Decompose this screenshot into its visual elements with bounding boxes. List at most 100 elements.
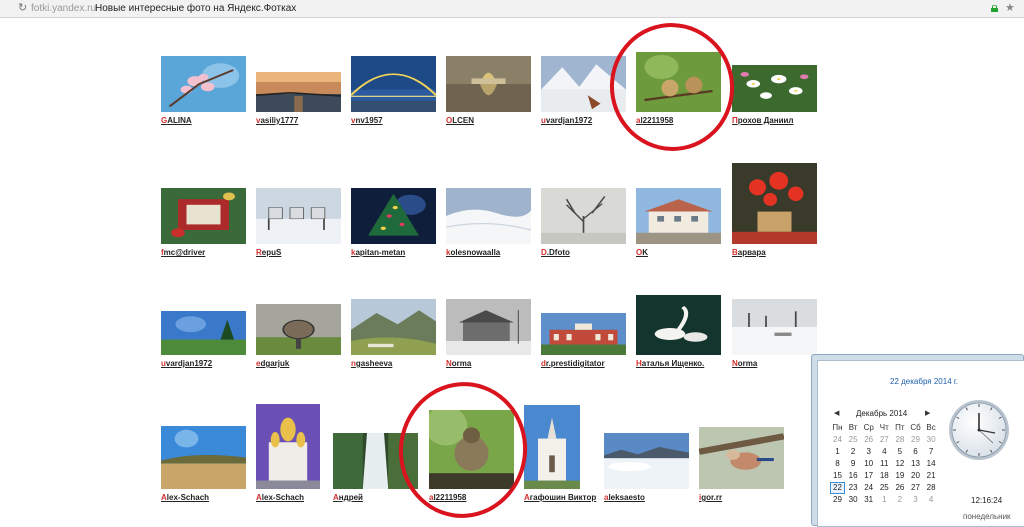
photo-thumbnail[interactable]	[256, 404, 320, 489]
calendar-day[interactable]: 14	[924, 458, 939, 470]
author-link[interactable]: Наталья Ищенко.	[636, 359, 704, 369]
photo-thumbnail[interactable]	[604, 433, 689, 489]
author-link[interactable]: uvardjan1972	[541, 116, 592, 126]
author-link[interactable]: edgarjuk	[256, 359, 289, 369]
photo-thumbnail[interactable]	[732, 163, 817, 244]
calendar-day[interactable]: 11	[877, 458, 892, 470]
month-label[interactable]: Декабрь 2014	[856, 409, 907, 418]
calendar-day[interactable]: 27	[908, 482, 923, 494]
author-link[interactable]: aleksaesto	[604, 493, 645, 503]
photo-thumbnail[interactable]	[256, 72, 341, 112]
calendar-day[interactable]: 19	[892, 470, 907, 482]
calendar-day[interactable]: 27	[877, 434, 892, 446]
photo-thumbnail[interactable]	[351, 188, 436, 244]
calendar-day[interactable]: 28	[924, 482, 939, 494]
author-link[interactable]: kolesnowaalla	[446, 248, 500, 258]
calendar-day[interactable]: 17	[861, 470, 876, 482]
author-link[interactable]: Norma	[732, 359, 757, 369]
calendar-day[interactable]: 29	[830, 494, 845, 506]
photo-thumbnail[interactable]	[351, 299, 436, 355]
author-link[interactable]: Alex-Schach	[256, 493, 304, 503]
calendar-day[interactable]: 28	[892, 434, 907, 446]
photo-thumbnail[interactable]	[541, 313, 626, 355]
author-link[interactable]: OLCEN	[446, 116, 474, 126]
calendar-day[interactable]: 1	[877, 494, 892, 506]
calendar-day[interactable]: 9	[846, 458, 861, 470]
address-title[interactable]: Новые интересные фото на Яндекс.Фотках	[95, 3, 296, 15]
calendar-day[interactable]: 12	[892, 458, 907, 470]
calendar-day[interactable]: 21	[924, 470, 939, 482]
calendar-day[interactable]: 10	[861, 458, 876, 470]
triangle-left-icon[interactable]: ◀	[834, 408, 839, 420]
calendar-day[interactable]: 26	[861, 434, 876, 446]
photo-thumbnail[interactable]	[732, 65, 817, 112]
calendar-day[interactable]: 15	[830, 470, 845, 482]
calendar-day[interactable]: 3	[861, 446, 876, 458]
photo-thumbnail[interactable]	[446, 56, 531, 112]
photo-thumbnail[interactable]	[732, 299, 817, 355]
photo-thumbnail[interactable]	[351, 56, 436, 112]
calendar-day[interactable]: 13	[908, 458, 923, 470]
calendar-day[interactable]: 25	[846, 434, 861, 446]
address-domain[interactable]: fotki.yandex.ru	[31, 3, 96, 15]
author-link[interactable]: Варвара	[732, 248, 766, 258]
author-link[interactable]: fmc@driver	[161, 248, 205, 258]
calendar-day[interactable]: 25	[877, 482, 892, 494]
calendar-day[interactable]: 29	[908, 434, 923, 446]
author-link[interactable]: ngasheeva	[351, 359, 392, 369]
calendar-day[interactable]: 1	[830, 446, 845, 458]
calendar-day[interactable]: 31	[861, 494, 876, 506]
calendar-day[interactable]: 4	[877, 446, 892, 458]
calendar-day[interactable]: 23	[846, 482, 861, 494]
calendar-day[interactable]: 8	[830, 458, 845, 470]
photo-thumbnail[interactable]	[699, 427, 784, 489]
author-link[interactable]: OK	[636, 248, 648, 258]
author-link[interactable]: igor.rr	[699, 493, 722, 503]
photo-thumbnail[interactable]	[636, 295, 721, 355]
reload-icon[interactable]: ↻	[18, 2, 27, 15]
calendar-day[interactable]: 30	[846, 494, 861, 506]
photo-thumbnail[interactable]	[524, 405, 580, 489]
author-link[interactable]: uvardjan1972	[161, 359, 212, 369]
author-link[interactable]: vasiliy1777	[256, 116, 298, 126]
photo-thumbnail[interactable]	[541, 188, 626, 244]
calendar-day[interactable]: 20	[908, 470, 923, 482]
author-link[interactable]: kapitan-metan	[351, 248, 405, 258]
photo-thumbnail[interactable]	[256, 304, 341, 355]
calendar-day[interactable]: 18	[877, 470, 892, 482]
calendar-day[interactable]: 30	[924, 434, 939, 446]
photo-thumbnail[interactable]	[256, 188, 341, 244]
author-link[interactable]: GALINA	[161, 116, 192, 126]
author-link[interactable]: Norma	[446, 359, 471, 369]
calendar-day[interactable]: 22	[830, 482, 845, 494]
calendar-day[interactable]: 16	[846, 470, 861, 482]
photo-thumbnail[interactable]	[161, 311, 246, 355]
calendar-day[interactable]: 6	[908, 446, 923, 458]
calendar-day[interactable]: 24	[830, 434, 845, 446]
photo-thumbnail[interactable]	[161, 426, 246, 489]
photo-thumbnail[interactable]	[446, 188, 531, 244]
author-link[interactable]: RepuS	[256, 248, 281, 258]
photo-thumbnail[interactable]	[161, 188, 246, 244]
author-link[interactable]: Прохов Даниил	[732, 116, 794, 126]
calendar-day[interactable]: 7	[924, 446, 939, 458]
author-link[interactable]: Alex-Schach	[161, 493, 209, 503]
calendar-day[interactable]: 26	[892, 482, 907, 494]
bookmark-star-icon[interactable]: ★	[1005, 1, 1015, 15]
calendar-day[interactable]: 2	[846, 446, 861, 458]
photo-thumbnail[interactable]	[636, 188, 721, 244]
author-link[interactable]: vnv1957	[351, 116, 383, 126]
author-link[interactable]: D.Dfoto	[541, 248, 570, 258]
calendar-day[interactable]: 2	[892, 494, 907, 506]
triangle-right-icon[interactable]: ▶	[925, 408, 930, 420]
calendar-day[interactable]: 3	[908, 494, 923, 506]
full-date-link[interactable]: 22 декабря 2014 г.	[890, 377, 958, 386]
photo-thumbnail[interactable]	[446, 299, 531, 355]
calendar-day[interactable]: 24	[861, 482, 876, 494]
photo-thumbnail[interactable]	[161, 56, 246, 112]
author-link[interactable]: Агафошин Виктор	[524, 493, 596, 503]
calendar-day[interactable]: 4	[924, 494, 939, 506]
author-link[interactable]: Андрей	[333, 493, 363, 503]
author-link[interactable]: dr.prestidigitator	[541, 359, 605, 369]
calendar-day[interactable]: 5	[892, 446, 907, 458]
